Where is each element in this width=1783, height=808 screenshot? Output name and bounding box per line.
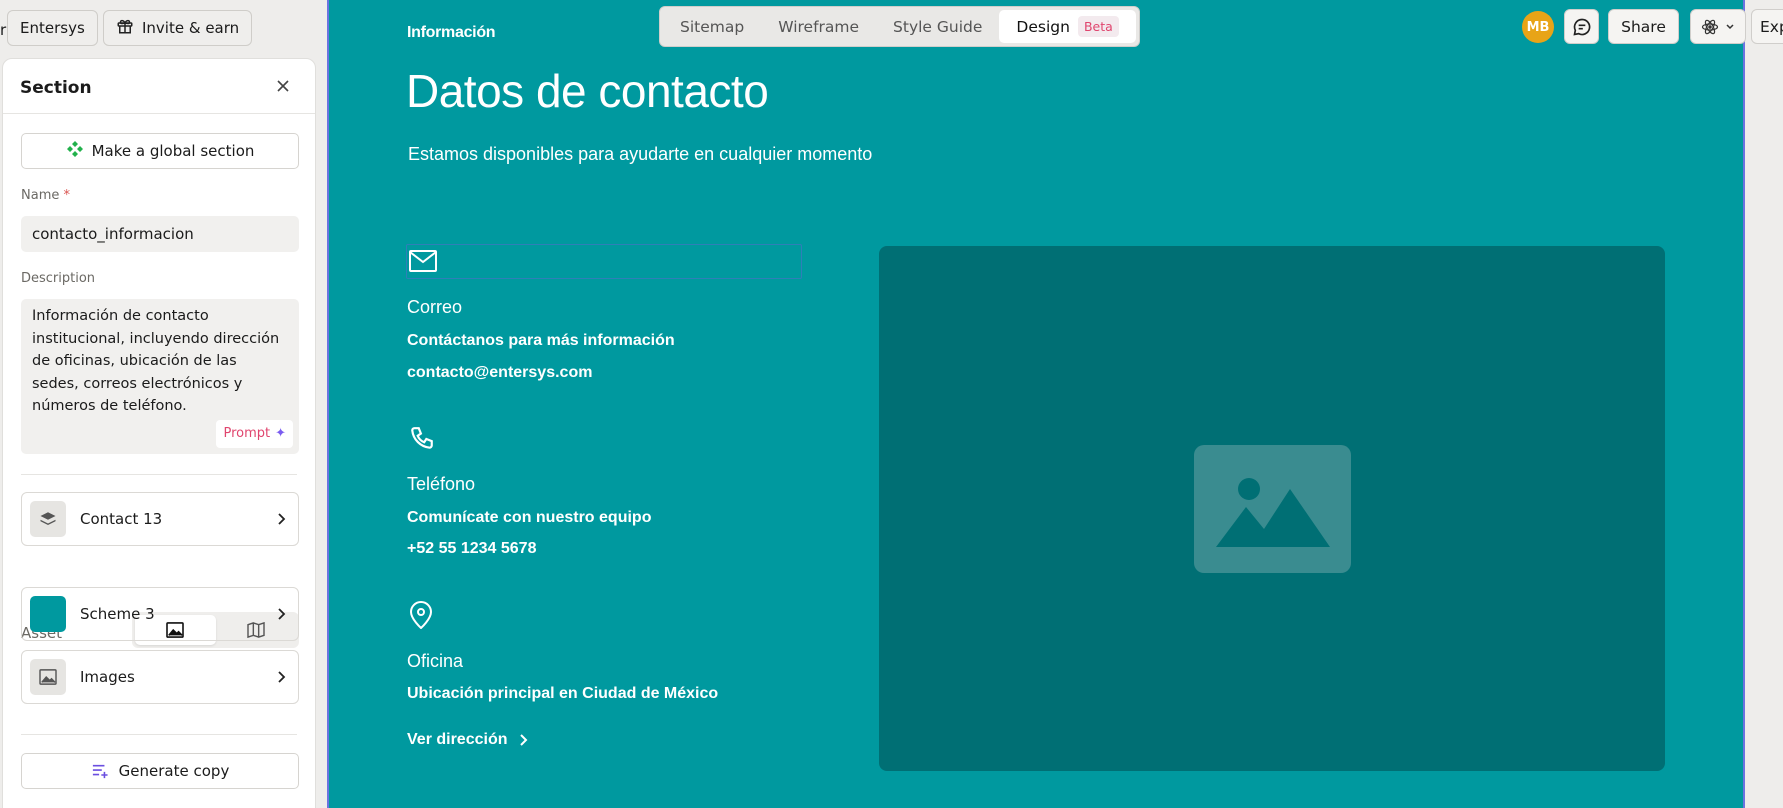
contact-item-value[interactable]: +52 55 1234 5678	[407, 540, 536, 558]
workspace-button[interactable]: Entersys	[7, 10, 98, 46]
tab-design[interactable]: Design Beta	[999, 10, 1136, 43]
color-scheme-row[interactable]: Scheme 3	[21, 587, 299, 641]
view-mode-toggle: Sitemap Wireframe Style Guide Design Bet…	[659, 6, 1140, 47]
image-placeholder-icon	[1193, 444, 1351, 573]
scheme-swatch	[30, 596, 66, 632]
atom-icon	[1701, 19, 1719, 34]
make-global-section-label: Make a global section	[91, 142, 255, 160]
section-heading: Datos de contacto	[406, 65, 769, 117]
invite-earn-button[interactable]: Invite & earn	[103, 10, 253, 46]
landscape-icon	[1216, 477, 1330, 547]
image-placeholder[interactable]	[879, 246, 1665, 771]
ai-menu-button[interactable]	[1690, 9, 1746, 44]
view-address-label: Ver dirección	[407, 731, 508, 748]
share-button[interactable]: Share	[1608, 9, 1679, 44]
name-field[interactable]: contacto_informacion	[21, 216, 299, 252]
scheme-row-label: Scheme 3	[80, 605, 155, 623]
description-text: Información de contacto institucional, i…	[32, 308, 280, 414]
make-global-section-button[interactable]: Make a global section	[21, 133, 299, 169]
tab-design-label: Design	[1016, 17, 1070, 36]
name-label: Name *	[21, 188, 70, 203]
section-panel: Section Make a global section Name * con…	[2, 58, 316, 808]
prompt-label: Prompt	[223, 425, 271, 441]
contact-item-desc: Ubicación principal en Ciudad de México	[407, 685, 719, 702]
generate-copy-button[interactable]: Generate copy	[21, 753, 299, 789]
section-eyebrow: Información	[407, 24, 496, 41]
prompt-button[interactable]: Prompt ✦	[216, 419, 293, 448]
phone-icon	[411, 427, 433, 449]
description-label: Description	[21, 271, 96, 286]
divider	[3, 113, 315, 114]
contact-item-title: Correo	[407, 297, 463, 317]
chevron-right-icon	[278, 671, 286, 683]
mail-icon	[409, 250, 437, 272]
image-icon	[30, 659, 66, 695]
comments-button[interactable]	[1564, 9, 1599, 44]
tab-style-guide[interactable]: Style Guide	[876, 10, 999, 43]
images-row-label: Images	[80, 668, 135, 686]
contact-item-title: Teléfono	[407, 474, 476, 494]
export-button[interactable]: Exp	[1751, 9, 1783, 44]
contact-item-desc: Contáctanos para más información	[407, 332, 675, 349]
layout-row[interactable]: Contact 13	[21, 492, 299, 546]
description-field[interactable]: Información de contacto institucional, i…	[21, 299, 299, 454]
chevron-right-icon	[519, 734, 527, 746]
generate-text-icon	[92, 764, 108, 779]
close-icon[interactable]	[273, 76, 293, 96]
panel-title: Section	[20, 78, 92, 98]
gift-icon	[116, 17, 134, 39]
chevron-right-icon	[278, 608, 286, 620]
images-row[interactable]: Images	[21, 650, 299, 704]
chevron-right-icon	[278, 513, 286, 525]
layers-icon	[30, 501, 66, 537]
beta-badge: Beta	[1077, 16, 1119, 37]
generate-copy-label: Generate copy	[118, 762, 230, 780]
map-pin-icon	[409, 601, 433, 629]
invite-earn-label: Invite & earn	[142, 19, 240, 37]
required-mark: *	[63, 188, 71, 203]
sparkle-icon: ✦	[275, 425, 286, 441]
tab-sitemap[interactable]: Sitemap	[663, 10, 761, 43]
view-address-link[interactable]: Ver dirección	[407, 731, 528, 749]
divider	[21, 474, 297, 475]
contact-item-value[interactable]: contacto@entersys.com	[407, 364, 592, 382]
layout-row-label: Contact 13	[80, 510, 163, 528]
selection-outline	[406, 244, 802, 279]
global-section-icon	[66, 140, 84, 162]
tab-wireframe[interactable]: Wireframe	[761, 10, 876, 43]
contact-item-title: Oficina	[407, 651, 464, 671]
avatar[interactable]: MB	[1522, 11, 1554, 43]
truncated-label: r	[0, 21, 7, 39]
comment-icon	[1572, 18, 1590, 36]
workspace-label: Entersys	[20, 19, 85, 37]
name-label-text: Name	[21, 188, 60, 203]
chevron-down-icon	[1726, 23, 1734, 29]
section-subheading: Estamos disponibles para ayudarte en cua…	[408, 144, 873, 164]
divider	[21, 734, 297, 735]
contact-item-desc: Comunícate con nuestro equipo	[407, 509, 652, 526]
